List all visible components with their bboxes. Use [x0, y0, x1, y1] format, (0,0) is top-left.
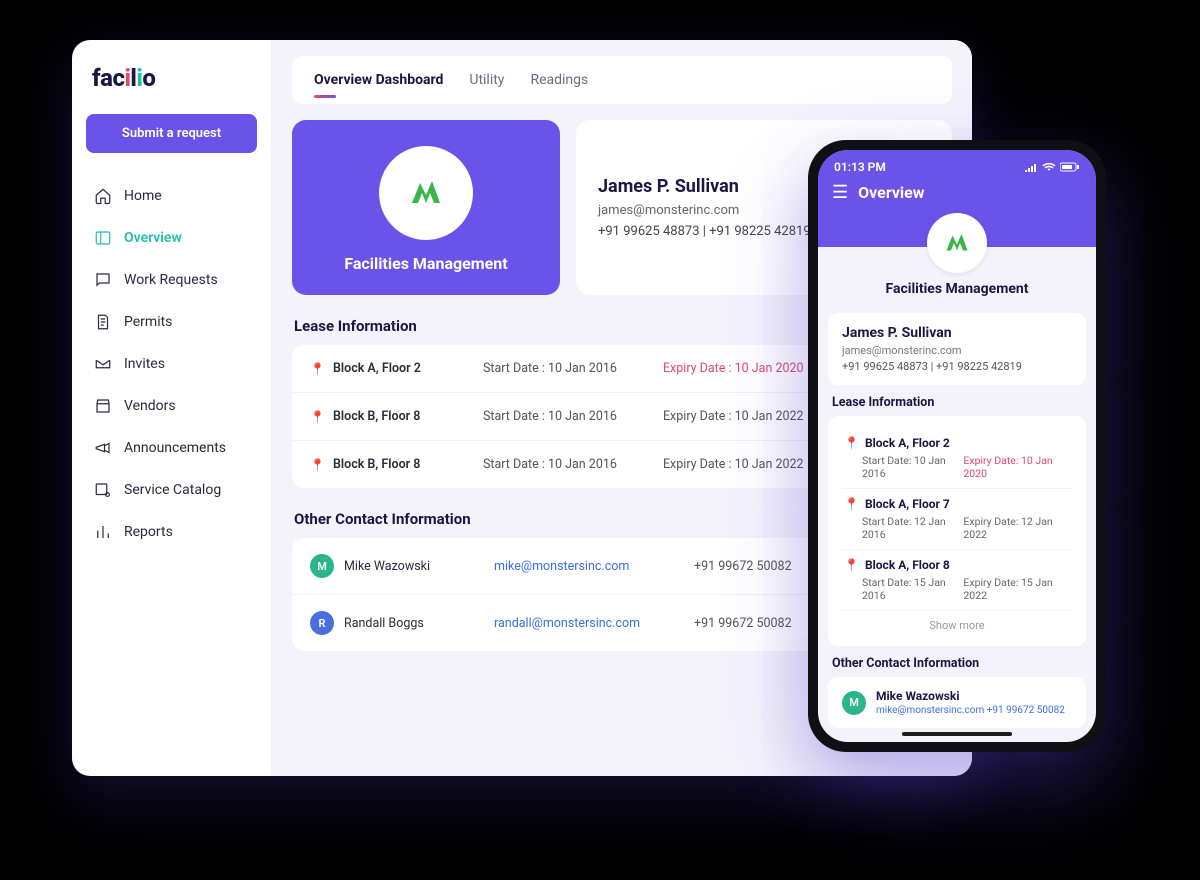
pin-icon: 📍 [844, 436, 859, 450]
phone-lease-card: 📍 Block A, Floor 2 Start Date: 10 Jan 2016… [828, 416, 1086, 646]
sidebar-item-overview[interactable]: Overview [86, 219, 257, 257]
brand-logo: facilio [92, 64, 251, 92]
phone-lease-title: Lease Information [832, 395, 1082, 410]
avatar: M [310, 554, 334, 578]
phone-lease-location: Block A, Floor 8 [865, 558, 950, 572]
tab-overview-dashboard[interactable]: Overview Dashboard [314, 72, 443, 88]
avatar: M [842, 691, 866, 715]
contact-name: Randall Boggs [344, 616, 494, 631]
sidebar-item-work-requests[interactable]: Work Requests [86, 261, 257, 299]
phone-body: James P. Sullivan james@monsterinc.com +… [818, 307, 1096, 742]
wifi-icon [1042, 162, 1056, 172]
home-icon [94, 187, 112, 205]
phone-lease-row[interactable]: 📍 Block A, Floor 2 Start Date: 10 Jan 2016… [842, 428, 1072, 489]
phone-other-name: Mike Wazowski [876, 689, 1065, 703]
sidebar-item-home[interactable]: Home [86, 177, 257, 215]
phone-lease-start: Start Date: 15 Jan 2016 [862, 576, 963, 602]
sidebar-item-label: Overview [124, 230, 182, 246]
avatar: R [310, 611, 334, 635]
show-more-button[interactable]: Show more [842, 611, 1072, 634]
phone-lease-expiry: Expiry Date: 12 Jan 2022 [963, 515, 1070, 541]
mail-icon [94, 355, 112, 373]
lease-location: Block B, Floor 8 [333, 409, 483, 424]
phone-lease-expiry: Expiry Date: 15 Jan 2022 [963, 576, 1070, 602]
sidebar-item-vendors[interactable]: Vendors [86, 387, 257, 425]
phone-other-sub: mike@monstersinc.com +91 99672 50082 [876, 705, 1065, 716]
megaphone-icon [94, 439, 112, 457]
pin-icon: 📍 [310, 458, 325, 472]
pin-icon: 📍 [310, 410, 325, 424]
overview-icon [94, 229, 112, 247]
sidebar-item-label: Reports [124, 524, 173, 540]
phone-other-title: Other Contact Information [832, 656, 1082, 671]
sidebar-item-label: Permits [124, 314, 172, 330]
sidebar-item-label: Announcements [124, 440, 226, 456]
tab-utility[interactable]: Utility [469, 72, 504, 88]
org-logo [379, 146, 473, 240]
phone-org-logo [927, 213, 987, 273]
phone-contact-card: James P. Sullivan james@monsterinc.com +… [828, 313, 1086, 385]
phone-contact-email: james@monsterinc.com [842, 344, 1072, 357]
phone-hero: Facilities Management [818, 213, 1096, 307]
tabs: Overview Dashboard Utility Readings [292, 56, 952, 104]
phone-lease-row[interactable]: 📍 Block A, Floor 8 Start Date: 15 Jan 2016… [842, 550, 1072, 611]
phone-header-title: Overview [858, 183, 924, 202]
phone-lease-expiry: Expiry Date: 10 Jan 2020 [963, 454, 1070, 480]
chat-icon [94, 271, 112, 289]
phone-lease-location: Block A, Floor 2 [865, 436, 950, 450]
contact-email[interactable]: randall@monstersinc.com [494, 616, 694, 631]
phone-contact-row[interactable]: M Mike Wazowski mike@monstersinc.com +91… [842, 689, 1072, 716]
signal-icon [1024, 162, 1038, 172]
phone-other-card: M Mike Wazowski mike@monstersinc.com +91… [828, 677, 1086, 728]
phone-lease-start: Start Date: 12 Jan 2016 [862, 515, 963, 541]
sidebar-nav: Home Overview Work Requests Permits Invi… [86, 177, 257, 551]
sidebar-item-label: Work Requests [124, 272, 218, 288]
contact-name: Mike Wazowski [344, 559, 494, 574]
phone-time: 01:13 PM [834, 160, 886, 174]
document-icon [94, 313, 112, 331]
phone-lease-start: Start Date: 10 Jan 2016 [862, 454, 963, 480]
lease-start: Start Date : 10 Jan 2016 [483, 409, 663, 424]
submit-request-button[interactable]: Submit a request [86, 114, 257, 153]
lease-start: Start Date : 10 Jan 2016 [483, 457, 663, 472]
phone-contact-phones: +91 99625 48873 | +91 98225 42819 [842, 360, 1072, 373]
lease-location: Block B, Floor 8 [333, 457, 483, 472]
battery-icon [1060, 162, 1080, 172]
phone-frame: 01:13 PM ☰ Overview Facilities Managemen… [808, 140, 1106, 752]
phone-lease-location: Block A, Floor 7 [865, 497, 950, 511]
sidebar: facilio Submit a request Home Overview W… [72, 40, 272, 776]
tab-readings[interactable]: Readings [530, 72, 588, 88]
sidebar-item-reports[interactable]: Reports [86, 513, 257, 551]
phone-org-title: Facilities Management [818, 281, 1096, 297]
sidebar-item-announcements[interactable]: Announcements [86, 429, 257, 467]
pin-icon: 📍 [310, 362, 325, 376]
store-icon [94, 397, 112, 415]
chart-icon [94, 523, 112, 541]
home-indicator[interactable] [902, 732, 1012, 736]
pin-icon: 📍 [844, 497, 859, 511]
phone-screen: 01:13 PM ☰ Overview Facilities Managemen… [818, 150, 1096, 742]
org-title: Facilities Management [344, 254, 507, 273]
lease-start: Start Date : 10 Jan 2016 [483, 361, 663, 376]
sidebar-item-label: Service Catalog [124, 482, 221, 498]
sidebar-item-label: Vendors [124, 398, 176, 414]
sidebar-item-invites[interactable]: Invites [86, 345, 257, 383]
phone-status-icons [1024, 160, 1080, 174]
sidebar-item-label: Home [124, 188, 162, 204]
menu-icon[interactable]: ☰ [832, 182, 848, 203]
sidebar-item-permits[interactable]: Permits [86, 303, 257, 341]
phone-contact-name: James P. Sullivan [842, 325, 1072, 341]
org-card: Facilities Management [292, 120, 560, 295]
sidebar-item-label: Invites [124, 356, 165, 372]
phone-lease-row[interactable]: 📍 Block A, Floor 7 Start Date: 12 Jan 2016… [842, 489, 1072, 550]
lease-location: Block A, Floor 2 [333, 361, 483, 376]
phone-status-bar: 01:13 PM [818, 150, 1096, 174]
contact-email[interactable]: mike@monstersinc.com [494, 559, 694, 574]
catalog-icon [94, 481, 112, 499]
sidebar-item-service-catalog[interactable]: Service Catalog [86, 471, 257, 509]
pin-icon: 📍 [844, 558, 859, 572]
